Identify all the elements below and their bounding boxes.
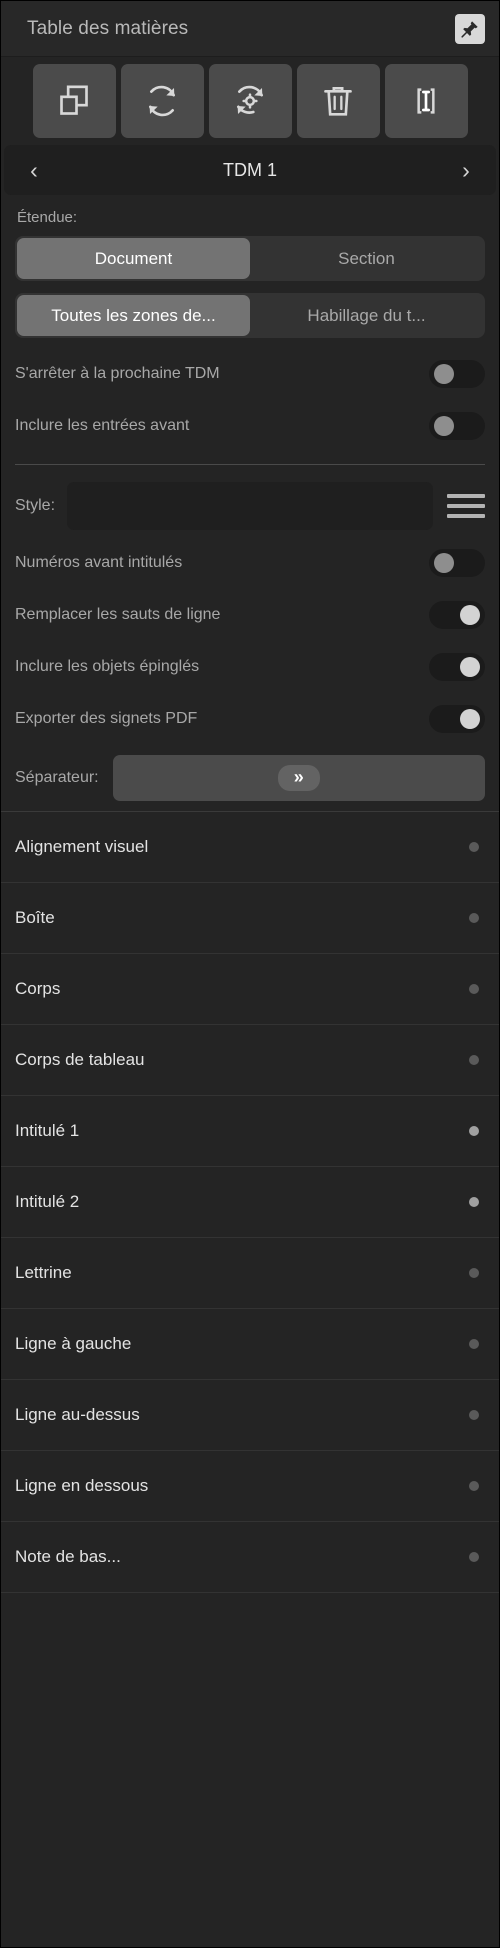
separator-input[interactable]: »: [112, 755, 485, 801]
list-item[interactable]: Corps: [1, 954, 499, 1025]
include-style-dot-icon[interactable]: [469, 1552, 479, 1562]
toc-toolbar: [1, 57, 499, 145]
include-style-dot-icon[interactable]: [469, 1126, 479, 1136]
trash-icon: [318, 81, 358, 121]
list-item-label: Corps: [15, 979, 61, 998]
list-item[interactable]: Note de bas...: [1, 1522, 499, 1593]
list-item[interactable]: Ligne en dessous: [1, 1451, 499, 1522]
copy-icon: [54, 81, 94, 121]
include-entries-before-row: Inclure les entrées avant: [1, 400, 499, 452]
toc-navigator: ‹ TDM 1 ›: [4, 145, 496, 195]
list-item[interactable]: Intitulé 2: [1, 1167, 499, 1238]
list-item-label: Boîte: [15, 908, 55, 927]
style-row: Style:: [1, 475, 499, 537]
refresh-icon: [142, 81, 182, 121]
list-item-label: Alignement visuel: [15, 837, 149, 856]
include-pinned-objects-label: Inclure les objets épinglés: [15, 658, 200, 675]
list-item-label: Intitulé 1: [15, 1121, 80, 1140]
scope-option-section[interactable]: Section: [250, 238, 483, 279]
section-divider: [15, 464, 485, 465]
toc-name: TDM 1: [223, 159, 277, 180]
list-item-label: Ligne en dessous: [15, 1476, 149, 1495]
include-style-dot-icon[interactable]: [469, 984, 479, 994]
style-input[interactable]: [67, 482, 433, 530]
refresh-gear-icon: [230, 81, 270, 121]
numbers-before-titles-toggle[interactable]: [429, 549, 485, 577]
hamburger-line: [447, 494, 485, 498]
list-item-label: Ligne au-dessus: [15, 1405, 140, 1424]
list-item-label: Corps de tableau: [15, 1050, 145, 1069]
numbers-before-titles-label: Numéros avant intitulés: [15, 554, 183, 571]
list-item[interactable]: Corps de tableau: [1, 1025, 499, 1096]
list-item[interactable]: Ligne à gauche: [1, 1309, 499, 1380]
separator-label: Séparateur:: [15, 769, 99, 786]
stop-at-next-toc-label: S'arrêter à la prochaine TDM: [15, 365, 220, 382]
next-toc-icon[interactable]: ›: [452, 156, 480, 184]
update-toc-button[interactable]: [120, 64, 204, 138]
toggle-knob: [434, 416, 454, 436]
panel-title: Table des matières: [27, 17, 189, 39]
replace-line-breaks-label: Remplacer les sauts de ligne: [15, 606, 221, 623]
list-item-label: Intitulé 2: [15, 1192, 80, 1211]
replace-line-breaks-row: Remplacer les sauts de ligne: [1, 589, 499, 641]
include-style-dot-icon[interactable]: [469, 1481, 479, 1491]
style-label: Style:: [15, 497, 56, 514]
paragraph-style-list[interactable]: Alignement visuel Boîte Corps Corps de tabl…: [1, 811, 499, 1947]
update-toc-settings-button[interactable]: [208, 64, 292, 138]
list-item-label: Ligne à gauche: [15, 1334, 132, 1353]
insert-toc-text-button[interactable]: [384, 64, 468, 138]
list-item-label: Note de bas...: [15, 1547, 121, 1566]
hamburger-line: [447, 504, 485, 508]
scope-segmented-control: Document Section: [15, 236, 485, 281]
list-item[interactable]: Alignement visuel: [1, 812, 499, 883]
separator-row: Séparateur: »: [1, 745, 499, 811]
list-item[interactable]: Intitulé 1: [1, 1096, 499, 1167]
export-pdf-bookmarks-row: Exporter des signets PDF: [1, 693, 499, 745]
text-area-segmented-control: Toutes les zones de... Habillage du t...: [15, 293, 485, 338]
list-item[interactable]: Ligne au-dessus: [1, 1380, 499, 1451]
include-pinned-objects-toggle[interactable]: [429, 653, 485, 681]
include-entries-before-label: Inclure les entrées avant: [15, 417, 190, 434]
hamburger-icon[interactable]: [445, 489, 487, 523]
include-style-dot-icon[interactable]: [469, 1410, 479, 1420]
pin-icon[interactable]: [455, 13, 485, 44]
previous-toc-icon[interactable]: ‹: [20, 156, 48, 184]
include-entries-before-toggle[interactable]: [429, 412, 485, 440]
include-style-dot-icon[interactable]: [469, 842, 479, 852]
scope-option-text-wrap[interactable]: Habillage du t...: [250, 295, 483, 336]
delete-toc-button[interactable]: [296, 64, 380, 138]
export-pdf-bookmarks-toggle[interactable]: [429, 705, 485, 733]
scope-option-document[interactable]: Document: [17, 238, 250, 279]
toggle-knob: [460, 605, 480, 625]
list-item[interactable]: Boîte: [1, 883, 499, 954]
toggle-knob: [460, 709, 480, 729]
include-style-dot-icon[interactable]: [469, 913, 479, 923]
stop-at-next-toc-toggle[interactable]: [429, 360, 485, 388]
include-style-dot-icon[interactable]: [469, 1197, 479, 1207]
list-item-label: Lettrine: [15, 1263, 72, 1282]
scope-option-all-text-frames[interactable]: Toutes les zones de...: [17, 295, 250, 336]
numbers-before-titles-row: Numéros avant intitulés: [1, 537, 499, 589]
text-cursor-icon: [406, 81, 446, 121]
include-style-dot-icon[interactable]: [469, 1268, 479, 1278]
table-of-contents-panel: Table des matières ‹ TDM 1 › Étendue: Do…: [0, 0, 500, 1948]
include-pinned-objects-row: Inclure les objets épinglés: [1, 641, 499, 693]
export-pdf-bookmarks-label: Exporter des signets PDF: [15, 710, 198, 727]
toggle-knob: [434, 553, 454, 573]
hamburger-line: [447, 514, 485, 518]
panel-titlebar: Table des matières: [1, 1, 499, 57]
duplicate-toc-button[interactable]: [32, 64, 116, 138]
separator-value-chip: »: [277, 765, 320, 791]
toggle-knob: [460, 657, 480, 677]
replace-line-breaks-toggle[interactable]: [429, 601, 485, 629]
list-item[interactable]: Lettrine: [1, 1238, 499, 1309]
scope-label: Étendue:: [17, 209, 78, 226]
include-style-dot-icon[interactable]: [469, 1339, 479, 1349]
scope-section: Étendue: Document Section Toutes les zon…: [1, 195, 499, 338]
include-style-dot-icon[interactable]: [469, 1055, 479, 1065]
toggle-knob: [434, 364, 454, 384]
stop-at-next-toc-row: S'arrêter à la prochaine TDM: [1, 348, 499, 400]
